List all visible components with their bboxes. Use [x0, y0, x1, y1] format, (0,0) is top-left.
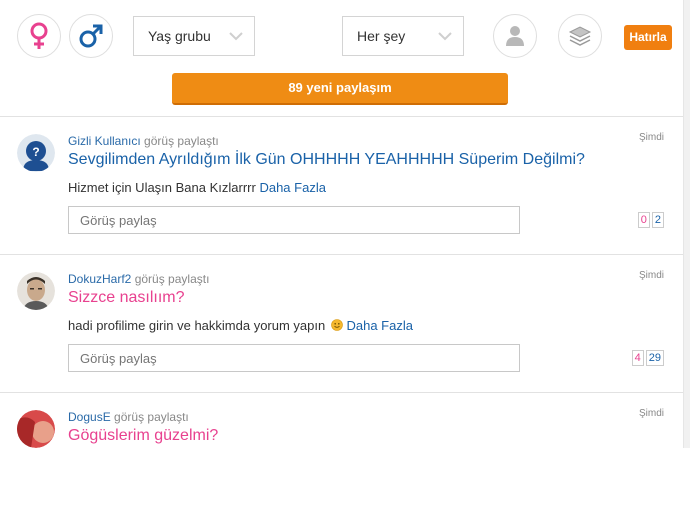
- post-body-text: Hizmet için Ulaşın Bana Kızlarrrr: [68, 180, 256, 195]
- female-count-badge[interactable]: 0: [637, 212, 650, 228]
- user-icon: [506, 26, 524, 46]
- female-filter-button[interactable]: [17, 14, 61, 58]
- age-group-select[interactable]: Yaş grubu: [133, 16, 255, 56]
- post-counts: 4 29: [631, 350, 664, 366]
- post-title-link[interactable]: Sevgilimden Ayrıldığım İlk Gün OHHHHH YE…: [68, 151, 585, 169]
- post-body: hadi profilime girin ve hakkimda yorum y…: [68, 318, 413, 333]
- opinion-input[interactable]: [68, 344, 520, 372]
- male-icon: [79, 24, 103, 48]
- content-type-select[interactable]: Her şey: [342, 16, 464, 56]
- remind-button[interactable]: Hatırla: [624, 25, 672, 50]
- post-body: Hizmet için Ulaşın Bana Kızlarrrr Daha F…: [68, 180, 326, 195]
- post-card: DogusE görüş paylaştı Şimdi Gögüslerim g…: [0, 393, 683, 531]
- post-meta: Gizli Kullanıcı görüş paylaştı: [68, 134, 219, 148]
- post-title-link[interactable]: Sizzce nasılıım?: [68, 289, 184, 307]
- scrollbar-track[interactable]: [683, 0, 690, 448]
- avatar[interactable]: [17, 410, 55, 448]
- avatar[interactable]: ?: [17, 134, 55, 172]
- post-counts: 0 2: [637, 212, 664, 228]
- male-count-badge[interactable]: 2: [651, 212, 664, 228]
- svg-text:?: ?: [32, 145, 39, 159]
- action-text: görüş paylaştı: [114, 410, 189, 424]
- male-filter-button[interactable]: [69, 14, 113, 58]
- user-photo-icon: [17, 272, 55, 310]
- post-meta: DokuzHarf2 görüş paylaştı: [68, 272, 209, 286]
- timestamp: Şimdi: [638, 132, 664, 143]
- action-text: görüş paylaştı: [134, 272, 210, 286]
- stack-filter-button[interactable]: [558, 14, 602, 58]
- user-photo-icon: [17, 410, 55, 448]
- post-body-text: hadi profilime girin ve hakkimda yorum y…: [68, 318, 326, 333]
- avatar[interactable]: [17, 272, 55, 310]
- smiley-icon: [331, 319, 343, 331]
- user-filter-button[interactable]: [493, 14, 537, 58]
- username-link[interactable]: Gizli Kullanıcı: [68, 134, 141, 148]
- timestamp: Şimdi: [638, 270, 664, 281]
- username-link[interactable]: DogusE: [68, 410, 111, 424]
- filter-toolbar: Yaş grubu Her şey Hatırla 89 yeni paylaş…: [0, 0, 683, 117]
- age-group-select-value: Yaş grubu: [148, 28, 211, 44]
- opinion-input[interactable]: [68, 206, 520, 234]
- post-card: ? Gizli Kullanıcı görüş paylaştı Şimdi S…: [0, 117, 683, 255]
- female-count-badge[interactable]: 4: [631, 350, 644, 366]
- new-posts-button[interactable]: 89 yeni paylaşım: [172, 73, 508, 105]
- content-type-select-value: Her şey: [357, 28, 406, 44]
- female-icon: [30, 22, 48, 49]
- read-more-link[interactable]: Daha Fazla: [346, 318, 412, 333]
- action-text: görüş paylaştı: [144, 134, 219, 148]
- male-count-badge[interactable]: 29: [645, 350, 664, 366]
- post-card: DokuzHarf2 görüş paylaştı Şimdi Sizzce n…: [0, 255, 683, 393]
- post-meta: DogusE görüş paylaştı: [68, 410, 189, 424]
- chevron-down-icon: [438, 32, 452, 41]
- username-link[interactable]: DokuzHarf2: [68, 272, 131, 286]
- stack-icon: [568, 26, 592, 46]
- read-more-link[interactable]: Daha Fazla: [259, 180, 325, 195]
- chevron-down-icon: [229, 32, 243, 41]
- timestamp: Şimdi: [638, 408, 664, 419]
- post-title-link[interactable]: Gögüslerim güzelmi?: [68, 427, 218, 445]
- anonymous-user-icon: ?: [17, 134, 55, 172]
